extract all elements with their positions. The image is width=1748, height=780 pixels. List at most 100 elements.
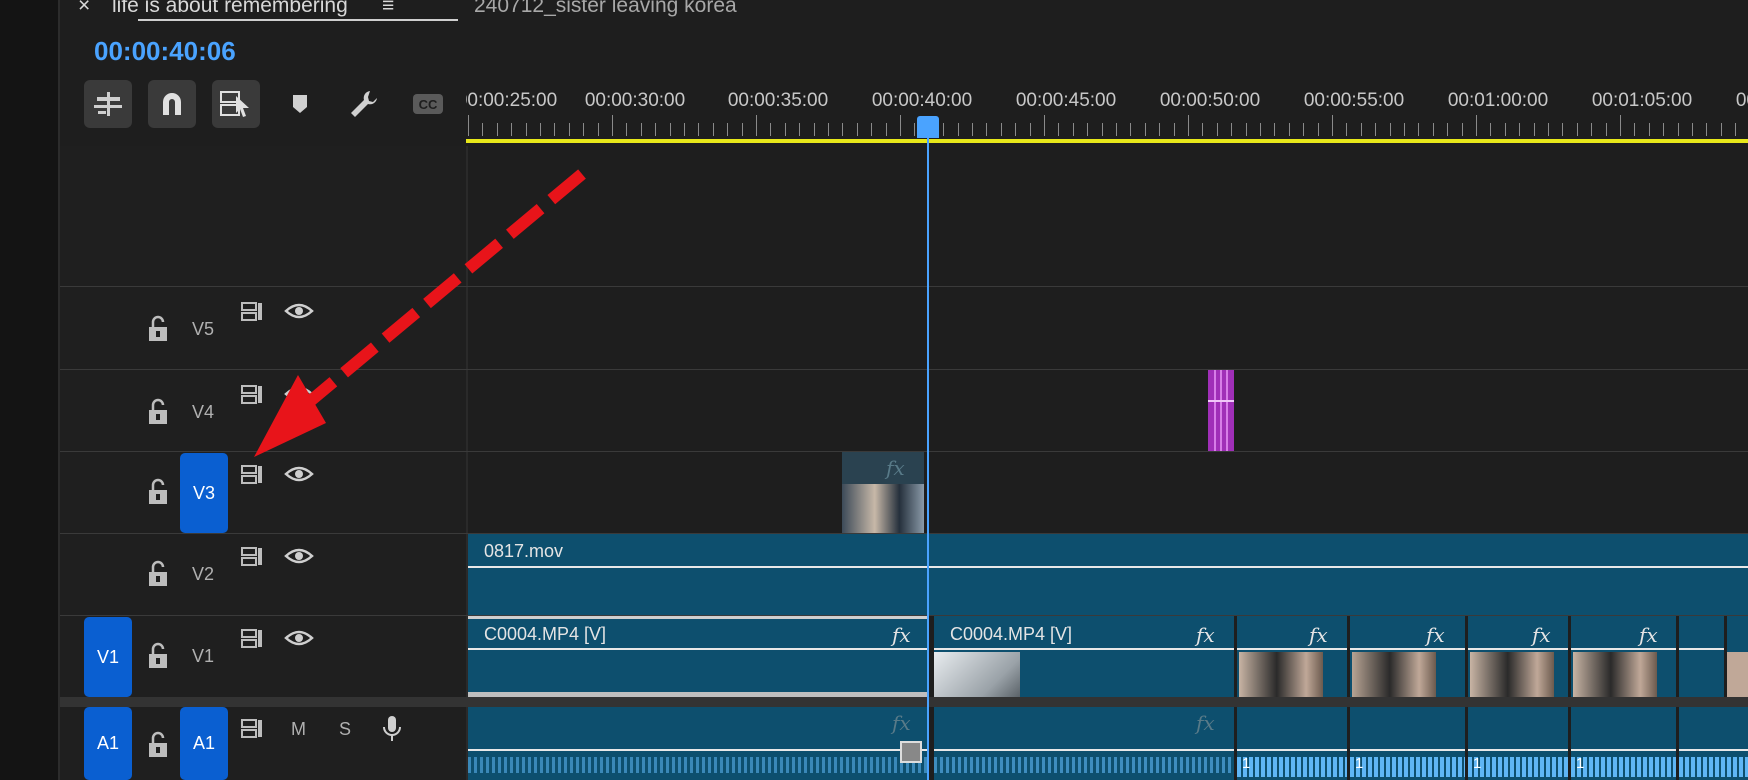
- captions-button[interactable]: CC: [404, 80, 452, 128]
- voice-over-record-mic-icon[interactable]: [382, 715, 402, 745]
- source-patch-a1[interactable]: A1: [84, 707, 132, 780]
- playhead-line[interactable]: [927, 120, 929, 780]
- ruler-label: 00:01:05:00: [1591, 90, 1693, 111]
- lock-track-icon[interactable]: [145, 731, 171, 759]
- ruler-tick: [496, 123, 498, 136]
- a1-audio-clip[interactable]: [1679, 707, 1748, 780]
- toggle-sync-lock-icon[interactable]: [240, 545, 266, 567]
- ruler-tick: [1274, 123, 1276, 136]
- lock-track-icon[interactable]: [145, 642, 171, 670]
- track-name: V4: [192, 402, 215, 422]
- timeline-settings-button[interactable]: [340, 80, 388, 128]
- clip-name: C0004.MP4 [V]: [950, 624, 1073, 644]
- source-patch-label: A1: [96, 733, 120, 753]
- v1-clip-c0004-a[interactable]: C0004.MP4 [V] fx: [468, 616, 928, 697]
- a1-audio-clip[interactable]: fx: [468, 707, 928, 780]
- ruler-tick: [1548, 123, 1549, 136]
- ruler-tick: [1476, 115, 1477, 136]
- snap-magnet-icon: [163, 93, 181, 115]
- linked-selection-button[interactable]: [212, 80, 260, 128]
- playhead-timecode[interactable]: 00:00:40:06: [94, 36, 236, 67]
- clip-thumbnail: [934, 652, 1020, 697]
- ruler-tick: [885, 123, 887, 136]
- tab-inactive-sequence[interactable]: 240712_sister leaving korea: [474, 0, 737, 18]
- ruler-tick: [943, 123, 945, 136]
- a1-audio-clip[interactable]: fx: [934, 707, 1234, 780]
- solo-track-button[interactable]: S: [339, 719, 351, 740]
- v3-clip[interactable]: fx: [842, 452, 924, 533]
- ruler-tick: [1648, 123, 1650, 136]
- ruler-tick: [1231, 123, 1233, 136]
- video-audio-divider[interactable]: [60, 697, 1748, 707]
- lock-track-icon[interactable]: [145, 560, 171, 588]
- ruler-tick: [1418, 123, 1420, 136]
- a1-audio-clip[interactable]: 1: [1237, 707, 1347, 780]
- add-marker-button[interactable]: [276, 80, 324, 128]
- mute-track-button[interactable]: M: [291, 719, 306, 740]
- fx-badge: fx: [1196, 711, 1215, 735]
- track-target-v3[interactable]: V3: [180, 453, 228, 533]
- v1-clip[interactable]: [1679, 616, 1724, 697]
- graphic-clip[interactable]: [1208, 370, 1234, 451]
- track-name: V3: [192, 482, 216, 503]
- ruler-tick: [1634, 123, 1636, 136]
- a1-audio-clip[interactable]: 1: [1468, 707, 1568, 780]
- source-patch-v1[interactable]: V1: [84, 617, 132, 697]
- ruler-tick: [914, 123, 916, 136]
- v1-clip-c0004-b[interactable]: C0004.MP4 [V] fx: [934, 616, 1234, 697]
- ruler-tick: [540, 123, 541, 136]
- track-header-a1: A1 A1 M S: [60, 707, 466, 780]
- time-ruler[interactable]: 00:00:25:00 00:00:30:00 00:00:35:00 00:0…: [466, 80, 1748, 146]
- ruler-tick: [828, 123, 829, 136]
- clip-name: 0817.mov: [484, 541, 564, 561]
- v1-clip[interactable]: fx: [1350, 616, 1465, 697]
- v2-clip-0817[interactable]: 0817.mov: [468, 534, 1748, 615]
- nest-sequence-button[interactable]: [84, 80, 132, 128]
- ruler-tick: [468, 115, 469, 136]
- work-area-bar[interactable]: [466, 139, 1748, 143]
- toggle-sync-lock-icon[interactable]: [240, 627, 266, 649]
- tab-active-sequence[interactable]: life is about remembering: [112, 0, 348, 18]
- fx-badge: fx: [1196, 623, 1215, 647]
- toggle-track-output-eye-icon[interactable]: [284, 546, 314, 566]
- clip-channel-label: 1: [1355, 755, 1364, 772]
- fx-badge: fx: [886, 456, 905, 480]
- linked-selection-icon: [220, 91, 249, 117]
- add-marker-icon: [293, 95, 307, 113]
- v1-clip[interactable]: fx: [1237, 616, 1347, 697]
- ruler-tick: [626, 123, 628, 136]
- v1-clip[interactable]: fx: [1571, 616, 1676, 697]
- lock-track-icon[interactable]: [145, 398, 171, 426]
- ruler-tick: [1015, 123, 1017, 136]
- track-target-a1[interactable]: A1: [180, 707, 228, 780]
- ruler-tick: [640, 123, 642, 136]
- close-tab-icon[interactable]: ×: [78, 0, 90, 18]
- v1-clip[interactable]: [1727, 616, 1748, 697]
- a1-audio-clip[interactable]: 1: [1571, 707, 1676, 780]
- lock-track-icon[interactable]: [145, 478, 171, 506]
- ruler-tick: [684, 123, 685, 136]
- ruler-label: 00:00:55:00: [1303, 90, 1405, 111]
- ruler-tick: [1317, 123, 1319, 136]
- ruler-tick: [1389, 123, 1391, 136]
- ruler-tick: [727, 123, 729, 136]
- toggle-sync-lock-icon[interactable]: [240, 717, 266, 739]
- ruler-tick: [583, 123, 585, 136]
- clip-thumbnail: [842, 484, 924, 533]
- ruler-tick: [1130, 123, 1132, 136]
- ruler-label: 00:01:00:00: [1447, 90, 1549, 111]
- ruler-tick: [1029, 123, 1031, 136]
- lock-track-icon[interactable]: [145, 315, 171, 343]
- clip-thumbnail: [1573, 652, 1657, 697]
- ruler-tick: [1562, 123, 1564, 136]
- toggle-track-output-eye-icon[interactable]: [284, 628, 314, 648]
- ruler-tick: [1490, 123, 1492, 136]
- ruler-tick: [698, 123, 700, 136]
- tab-menu-icon[interactable]: ≡: [382, 0, 394, 18]
- snap-button[interactable]: [148, 80, 196, 128]
- v1-clip[interactable]: fx: [1468, 616, 1568, 697]
- ruler-tick: [1216, 123, 1218, 136]
- ruler-tick: [986, 123, 988, 136]
- ruler-tick: [612, 115, 613, 136]
- a1-audio-clip[interactable]: 1: [1350, 707, 1465, 780]
